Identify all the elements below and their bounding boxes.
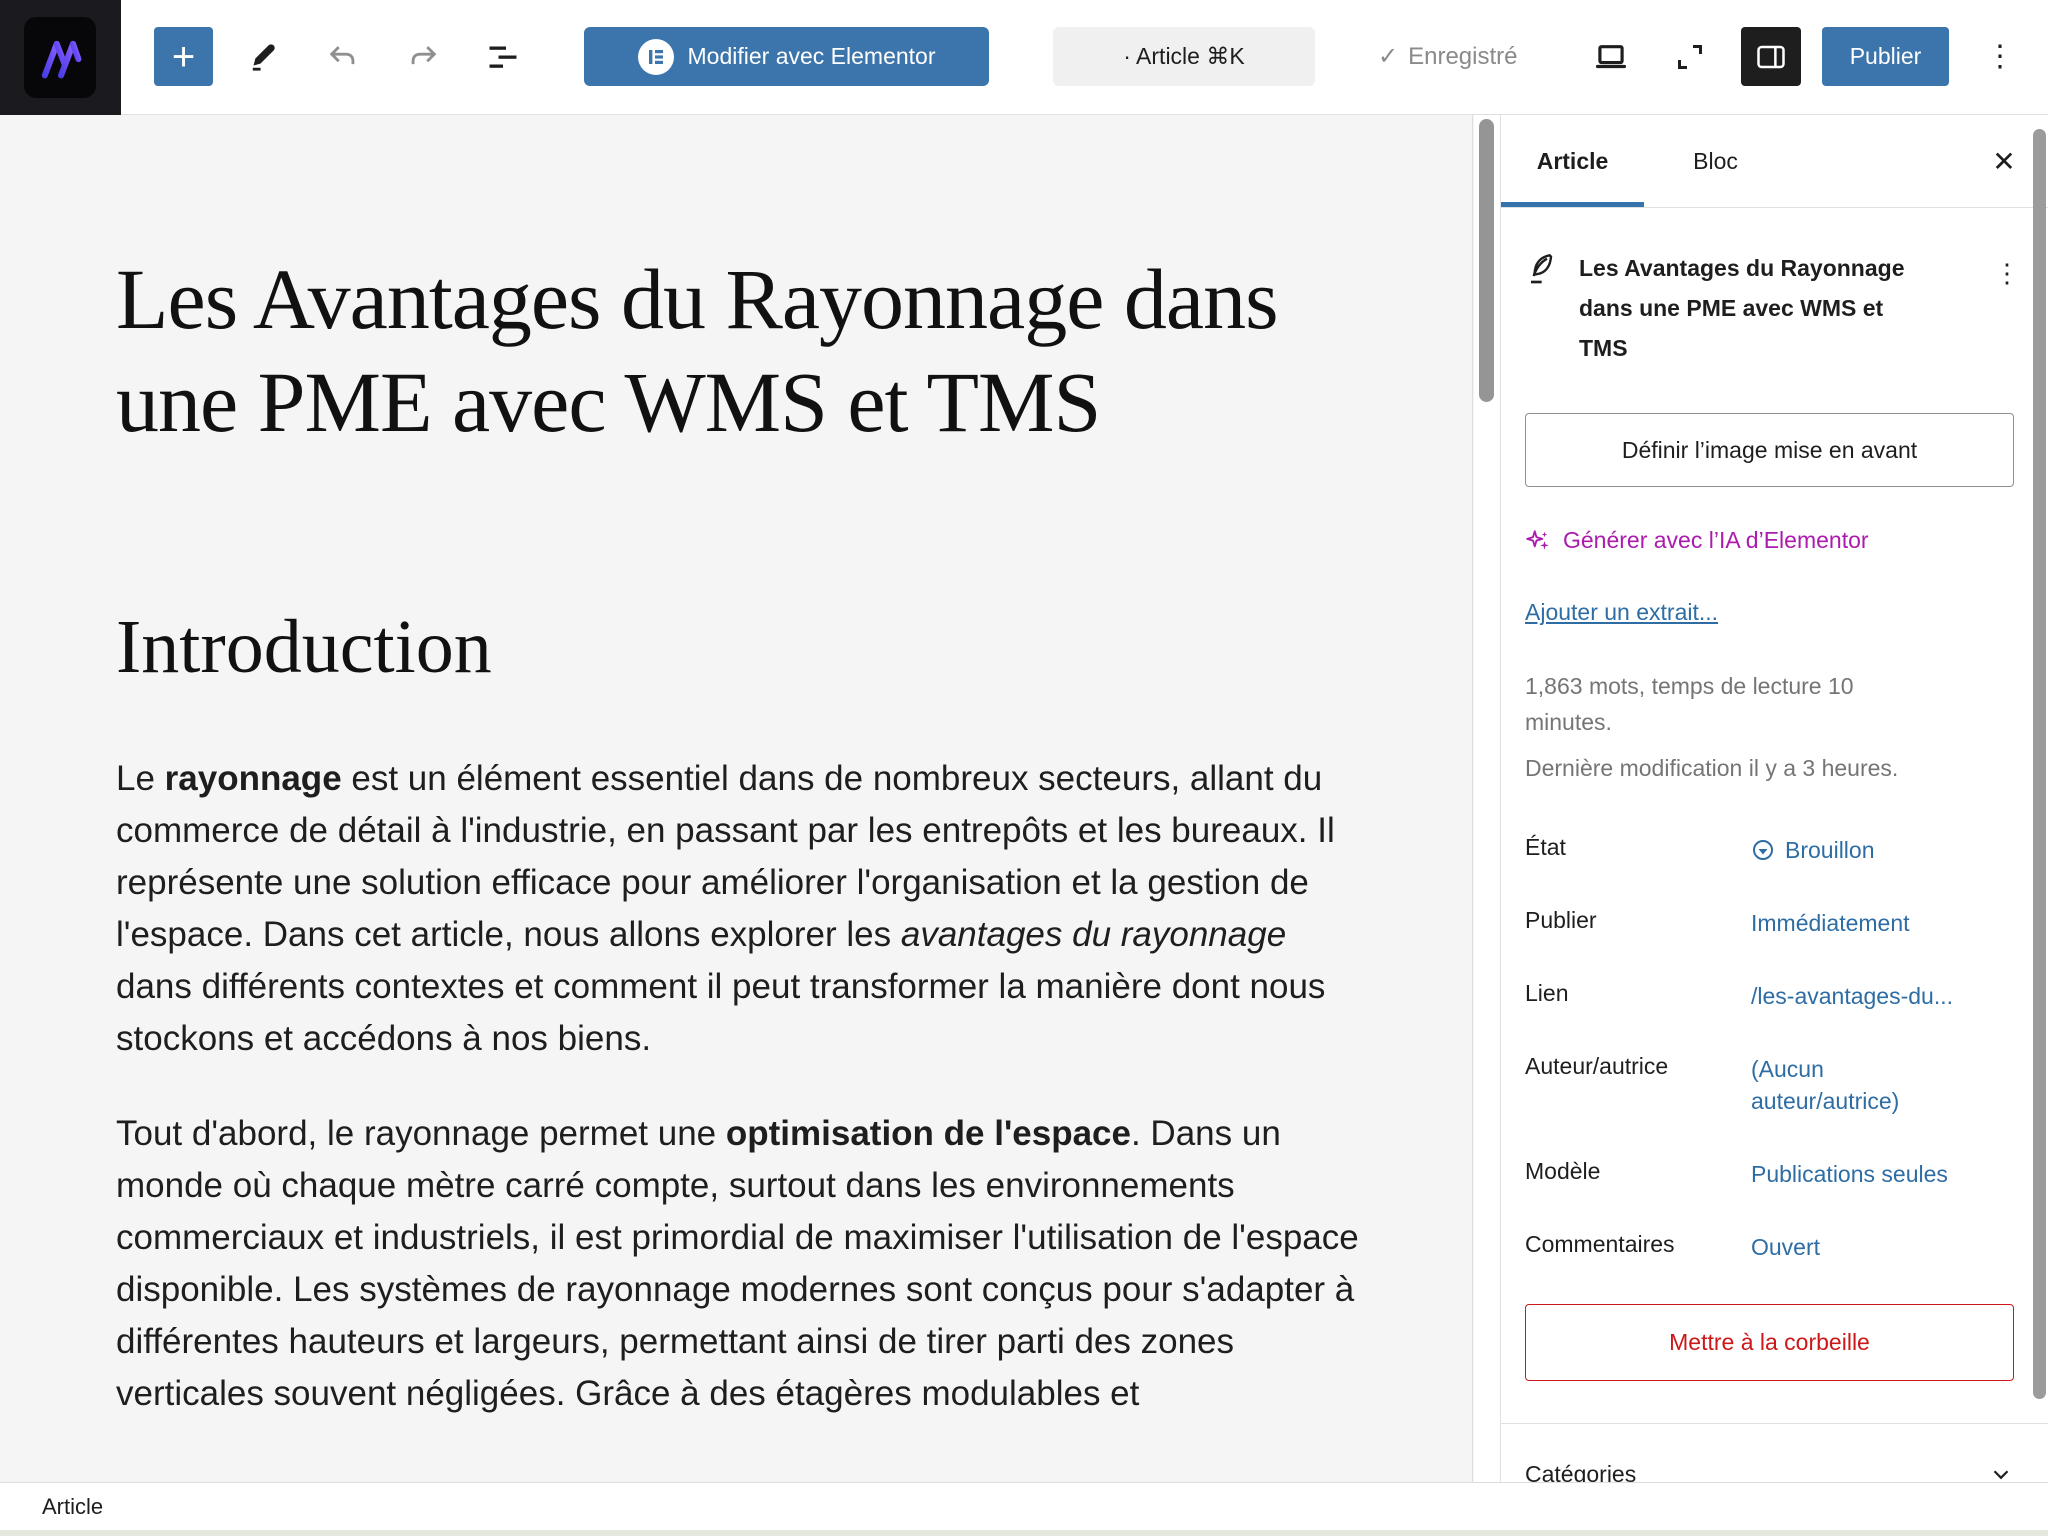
post-title[interactable]: Les Avantages du Rayonnage dans une PME … — [116, 248, 1364, 454]
publish-date-button[interactable]: Immédiatement — [1751, 907, 1966, 939]
row-label: Commentaires — [1525, 1231, 1751, 1263]
kebab-icon: ⋮ — [1994, 258, 2020, 288]
options-menu-button[interactable]: ⋮ — [1978, 27, 2022, 86]
pencil-icon — [245, 40, 279, 74]
status-value-label: Brouillon — [1785, 834, 1875, 866]
preview-button[interactable] — [1585, 27, 1637, 86]
saved-indicator[interactable]: ✓ Enregistré — [1378, 27, 1518, 86]
block-inserter-button[interactable]: + — [154, 27, 213, 86]
post-summary-rows: État Brouillon Publier Immédiatement Lie… — [1525, 834, 2014, 1263]
permalink-button[interactable]: /les-avantages-du... — [1751, 980, 1966, 1012]
post-quill-icon — [1525, 248, 1557, 368]
text-run: Le — [116, 759, 165, 798]
publish-button[interactable]: Publier — [1822, 27, 1949, 86]
top-toolbar: + — [0, 0, 2048, 115]
bold-text-run: rayonnage — [165, 759, 342, 798]
list-view-icon — [485, 39, 521, 75]
sidebar-tabs: Article Bloc ✕ — [1501, 115, 2048, 208]
generate-with-ai-link[interactable]: Générer avec l’IA d’Elementor — [1525, 527, 2014, 554]
redo-button[interactable] — [397, 27, 449, 86]
settings-sidebar: Article Bloc ✕ Les Avantages du Rayonnag… — [1500, 115, 2048, 1482]
site-logo-block[interactable] — [0, 0, 121, 115]
row-comments: Commentaires Ouvert — [1525, 1231, 2014, 1263]
paragraph-1[interactable]: Le rayonnage est un élément essentiel da… — [116, 753, 1364, 1065]
settings-sidebar-toggle[interactable] — [1741, 27, 1801, 86]
add-excerpt-link[interactable]: Ajouter un extrait... — [1525, 599, 1718, 626]
kebab-icon: ⋮ — [1985, 39, 2015, 74]
site-logo — [24, 17, 96, 98]
row-status: État Brouillon — [1525, 834, 2014, 866]
ai-sparkle-icon — [1525, 528, 1551, 554]
italic-text-run: avantages du rayonnage — [901, 915, 1286, 954]
plus-icon: + — [172, 37, 195, 77]
draft-status-icon — [1751, 838, 1775, 862]
text-run: . Dans un monde où chaque mètre carré co… — [116, 1114, 1359, 1413]
row-template: Modèle Publications seules — [1525, 1158, 2014, 1190]
text-run: dans différents contextes et comment il … — [116, 967, 1325, 1058]
row-label: Modèle — [1525, 1158, 1751, 1190]
publish-label: Publier — [1850, 43, 1922, 70]
editor-scrollbar-thumb[interactable] — [1479, 119, 1494, 402]
undo-button[interactable] — [317, 27, 369, 86]
undo-icon — [326, 40, 360, 74]
command-palette-button[interactable]: · Article ⌘K — [1053, 27, 1315, 86]
post-content: Les Avantages du Rayonnage dans une PME … — [116, 248, 1364, 1420]
edit-with-elementor-button[interactable]: Modifier avec Elementor — [584, 27, 989, 86]
window-bottom-edge — [0, 1530, 2048, 1536]
bold-text-run: optimisation de l'espace — [726, 1114, 1131, 1153]
sidebar-content: Les Avantages du Rayonnage dans une PME … — [1501, 208, 2048, 1524]
set-featured-image-button[interactable]: Définir l’image mise en avant — [1525, 413, 2014, 487]
document-card: Les Avantages du Rayonnage dans une PME … — [1525, 248, 2014, 368]
document-overview-button[interactable] — [477, 27, 529, 86]
tools-button[interactable] — [236, 27, 288, 86]
row-label: Publier — [1525, 907, 1751, 939]
editor-footer: Article — [0, 1482, 2048, 1530]
close-icon: ✕ — [1992, 145, 2015, 178]
saved-label: Enregistré — [1408, 43, 1517, 71]
breadcrumb[interactable]: Article — [42, 1494, 103, 1520]
text-run: Tout d'abord, le rayonnage permet une — [116, 1114, 726, 1153]
site-logo-icon — [34, 32, 86, 84]
move-to-trash-button[interactable]: Mettre à la corbeille — [1525, 1304, 2014, 1381]
comments-button[interactable]: Ouvert — [1751, 1231, 1966, 1263]
row-label: État — [1525, 834, 1751, 866]
close-sidebar-button[interactable]: ✕ — [1974, 115, 2034, 207]
fullscreen-button[interactable] — [1664, 27, 1716, 86]
row-link: Lien /les-avantages-du... — [1525, 980, 2014, 1012]
sidebar-scrollbar-thumb[interactable] — [2033, 129, 2046, 1399]
heading-introduction[interactable]: Introduction — [116, 604, 1364, 691]
elementor-icon — [638, 39, 674, 75]
status-value-button[interactable]: Brouillon — [1751, 834, 1966, 866]
row-author: Auteur/autrice (Aucun auteur/autrice) — [1525, 1053, 2014, 1117]
author-select[interactable]: (Aucun auteur/autrice) — [1751, 1053, 1966, 1117]
tab-bloc[interactable]: Bloc — [1644, 115, 1787, 207]
expand-icon — [1672, 39, 1708, 75]
last-modified-text: Dernière modification il y a 3 heures. — [1525, 750, 2014, 786]
row-label: Lien — [1525, 980, 1751, 1012]
command-palette-label: · Article ⌘K — [1123, 43, 1244, 70]
laptop-icon — [1592, 38, 1630, 76]
sidebar-panel-icon — [1756, 44, 1786, 70]
elementor-button-label: Modifier avec Elementor — [688, 43, 936, 70]
document-actions-button[interactable]: ⋮ — [1994, 258, 2020, 289]
redo-icon — [406, 40, 440, 74]
tab-article[interactable]: Article — [1501, 115, 1644, 207]
generate-with-ai-label: Générer avec l’IA d’Elementor — [1563, 527, 1869, 554]
paragraph-2[interactable]: Tout d'abord, le rayonnage permet une op… — [116, 1108, 1364, 1420]
template-button[interactable]: Publications seules — [1751, 1158, 1966, 1190]
row-publish: Publier Immédiatement — [1525, 907, 2014, 939]
document-card-title[interactable]: Les Avantages du Rayonnage dans une PME … — [1579, 248, 1929, 368]
editor-scrollbar-track[interactable] — [1474, 115, 1500, 1536]
row-label: Auteur/autrice — [1525, 1053, 1751, 1117]
word-count-text: 1,863 mots, temps de lecture 10 minutes. — [1525, 668, 1945, 740]
editor-canvas: Les Avantages du Rayonnage dans une PME … — [0, 115, 1473, 1536]
check-icon: ✓ — [1378, 42, 1398, 71]
